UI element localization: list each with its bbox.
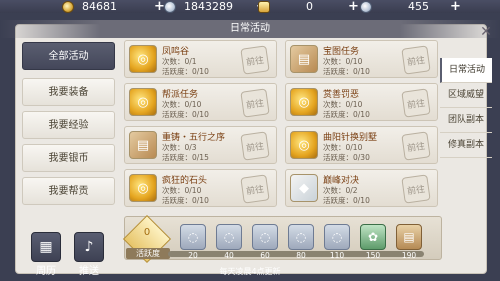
nav-experience[interactable]: 我要经验 — [22, 111, 115, 139]
activity-points: 活跃度：0/10 — [162, 196, 209, 205]
reward-tick-label: 110 — [329, 251, 345, 260]
reward-chest-icon[interactable]: ◌ — [252, 224, 278, 250]
weekly-calendar-label[interactable]: 周历 — [26, 262, 66, 277]
goto-button[interactable]: 前往 — [240, 88, 270, 118]
goto-button[interactable]: 前往 — [401, 88, 431, 118]
currency-silver: 1843289 + — [164, 0, 267, 14]
silver-coin-icon — [164, 0, 176, 13]
push-label[interactable]: 推送 — [69, 262, 109, 277]
activity-card[interactable]: ▤ 重铸・五行之序 次数：0/3 活跃度：0/15 前往 — [124, 126, 277, 164]
reward-tick-label: 40 — [224, 251, 234, 260]
goto-button[interactable]: 前往 — [401, 174, 431, 204]
reward-tick-label: 80 — [296, 251, 306, 260]
gold-coin-icon: ◎ — [290, 131, 318, 159]
tab-regional-prestige[interactable]: 区域威望 — [440, 83, 492, 108]
reward-chest-icon[interactable]: ◌ — [216, 224, 242, 250]
reward-chest-icon[interactable]: ◌ — [324, 224, 350, 250]
gold-coin-icon: ◎ — [129, 88, 157, 116]
activity-card[interactable]: ◆ 巅峰对决 次数：0/2 活跃度：0/10 前往 — [285, 169, 438, 207]
tab-daily-activity[interactable]: 日常活动 — [440, 58, 492, 83]
currency-value: 455 — [408, 0, 429, 13]
activity-card[interactable]: ◎ 帮派任务 次数：0/10 活跃度：0/10 前往 — [124, 83, 277, 121]
nav-silver[interactable]: 我要银币 — [22, 144, 115, 172]
currency-value: 0 — [306, 0, 313, 13]
activity-card[interactable]: ◎ 赏善罚恶 次数：0/10 活跃度：0/10 前往 — [285, 83, 438, 121]
silver-ingot-icon — [360, 0, 372, 13]
reward-tick-label: 190 — [401, 251, 417, 260]
activity-card[interactable]: ◎ 凤鸣谷 次数：0/1 活跃度：0/10 前往 — [124, 40, 277, 78]
bell-icon[interactable]: ♪ — [74, 232, 104, 262]
reward-tick-label: 150 — [365, 251, 381, 260]
reward-tick-label: 20 — [188, 251, 198, 260]
tab-cultivation-dungeon[interactable]: 修真副本 — [440, 133, 492, 158]
gold-ingot-icon — [258, 0, 270, 13]
goto-button[interactable]: 前往 — [401, 131, 431, 161]
currency-silver-ingot: 455 + — [360, 0, 461, 14]
left-nav: 全部活动 我要装备 我要经验 我要银币 我要帮贡 — [22, 42, 117, 210]
currency-value: 84681 — [82, 0, 117, 13]
activity-points: 活跃度：0/10 — [162, 67, 209, 76]
map-scroll-icon: ▤ — [290, 45, 318, 73]
nav-all-activities[interactable]: 全部活动 — [22, 42, 115, 70]
tab-team-dungeon[interactable]: 团队副本 — [440, 108, 492, 133]
activity-points: 活跃度：0/10 — [323, 110, 370, 119]
reward-chest-icon[interactable]: ▤ — [396, 224, 422, 250]
reward-tick-label: 60 — [260, 251, 270, 260]
activity-card[interactable]: ◎ 曲阳针换别墅 次数：0/10 活跃度：0/30 前往 — [285, 126, 438, 164]
activity-points-value: 0 — [143, 227, 151, 238]
currency-value: 1843289 — [184, 0, 233, 13]
currency-gold-ingot: 0 + — [258, 0, 359, 14]
activity-card[interactable]: ▤ 宝图任务 次数：0/10 活跃度：0/10 前往 — [285, 40, 438, 78]
reward-chest-icon[interactable]: ✿ — [360, 224, 386, 250]
close-icon[interactable]: ✕ — [478, 24, 494, 40]
gold-coin-icon: ◎ — [290, 88, 318, 116]
panel-title: 日常活动 — [0, 20, 500, 38]
nav-guild-contribution[interactable]: 我要帮贡 — [22, 177, 115, 205]
goto-button[interactable]: 前往 — [401, 45, 431, 75]
crystal-icon: ◆ — [290, 174, 318, 202]
goto-button[interactable]: 前往 — [240, 45, 270, 75]
add-gold-ingot-button[interactable]: + — [348, 0, 359, 14]
activity-points: 活跃度：0/10 — [323, 196, 370, 205]
activity-points: 活跃度：0/30 — [323, 153, 370, 162]
goto-button[interactable]: 前往 — [240, 174, 270, 204]
gold-coin-icon: ◎ — [129, 45, 157, 73]
gold-coin-icon: ◎ — [129, 174, 157, 202]
calendar-icon[interactable]: ▦ — [31, 232, 61, 262]
goto-button[interactable]: 前往 — [240, 131, 270, 161]
reward-chest-icon[interactable]: ◌ — [288, 224, 314, 250]
currency-gold: 84681 + — [62, 0, 165, 14]
activity-card[interactable]: ◎ 疯狂的石头 次数：0/10 活跃度：0/10 前往 — [124, 169, 277, 207]
gold-coin-icon — [62, 0, 74, 13]
activity-points: 活跃度：0/15 — [162, 153, 209, 162]
activity-points: 活跃度：0/10 — [323, 67, 370, 76]
reward-chest-icon[interactable]: ◌ — [180, 224, 206, 250]
activity-points: 活跃度：0/10 — [162, 110, 209, 119]
nav-equipment[interactable]: 我要装备 — [22, 78, 115, 106]
activity-points-label: 活跃度 — [126, 248, 170, 259]
scroll-icon: ▤ — [129, 131, 157, 159]
add-silver-ingot-button[interactable]: + — [450, 0, 461, 14]
right-nav: 日常活动 区域威望 团队副本 修真副本 — [440, 58, 492, 158]
